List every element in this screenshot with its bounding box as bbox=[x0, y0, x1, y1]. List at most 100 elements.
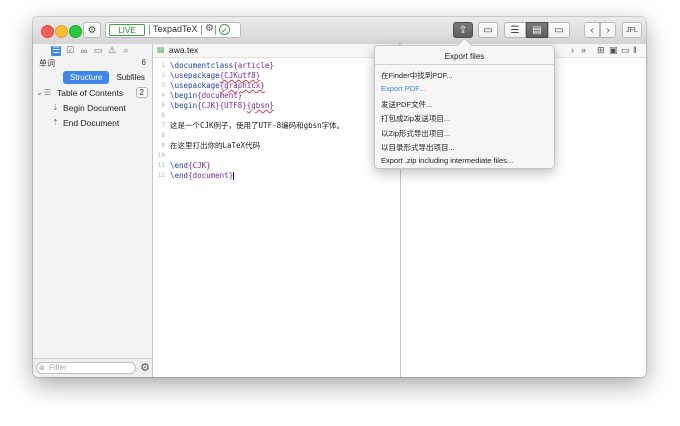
line-text: \usepackage{graphicx} bbox=[170, 81, 265, 91]
latex-command: \usepackage bbox=[170, 81, 220, 90]
filter-placeholder: Filter bbox=[49, 363, 67, 372]
folder-icon[interactable]: ▭ bbox=[93, 45, 103, 56]
sidebar-footer: ⊜ Filter ⚙ bbox=[33, 358, 152, 377]
latex-command: \end bbox=[170, 171, 189, 180]
tab-subfiles[interactable]: Subfiles bbox=[109, 71, 151, 84]
app-window: ⚙ LIVE TexpadTeX ⚙ ✓ ⇪ ▭ ☰ ▤ ▭ ‹ › JFL ☰… bbox=[33, 17, 646, 377]
toc-item-label: End Document bbox=[63, 118, 120, 128]
latex-argument: {article} bbox=[233, 61, 274, 70]
menu-item-find-pdf-in-finder[interactable]: 在Finder中找到PDF... bbox=[381, 70, 453, 81]
warning-icon[interactable]: ⚠ bbox=[107, 45, 117, 56]
latex-argument: {document} bbox=[197, 91, 243, 100]
menu-item-export-zip[interactable]: 以Zip形式导出项目... bbox=[381, 128, 450, 139]
live-toggle[interactable]: LIVE bbox=[109, 24, 145, 36]
link-icon[interactable]: ∞ bbox=[79, 46, 89, 56]
menu-item-send-pdf[interactable]: 发送PDF文件... bbox=[381, 99, 432, 110]
layout-editor-only-button[interactable]: ☰ bbox=[504, 22, 526, 38]
toc-item-label: Begin Document bbox=[63, 103, 126, 113]
latex-argument: {document} bbox=[188, 171, 234, 180]
pause-icon[interactable]: ‖ bbox=[633, 45, 637, 55]
line-text: 在这里打出你的LaTeX代码 bbox=[170, 141, 260, 151]
latex-argument: {CJK}{UTF8} bbox=[197, 101, 247, 110]
plain-text: 这是一个CJK例子，使用了UTF-8编码和gbsn字体。 bbox=[170, 121, 345, 130]
layout-preview-only-button[interactable]: ▭ bbox=[548, 22, 570, 38]
latex-argument-misspelled: {CJKutf8} bbox=[219, 71, 261, 80]
line-text: \end{document} bbox=[170, 171, 235, 181]
line-text: 这是一个CJK例子，使用了UTF-8编码和gbsn字体。 bbox=[170, 121, 344, 131]
line-number: 3 bbox=[161, 82, 165, 89]
back-button[interactable]: ‹ bbox=[584, 22, 600, 38]
pdf-icon[interactable]: ▣ bbox=[609, 45, 618, 56]
toolbar: ⚙ LIVE TexpadTeX ⚙ ✓ ⇪ ▭ ☰ ▤ ▭ ‹ › JFL bbox=[33, 17, 646, 45]
menu-item-send-zip[interactable]: 打包成Zip发送项目... bbox=[381, 113, 450, 124]
user-button[interactable]: JFL bbox=[622, 22, 642, 38]
file-tab[interactable]: ▤ awa.tex bbox=[153, 44, 399, 58]
sidebar-mode-icons: ☰ ☑ ∞ ▭ ⚠ ⌕ bbox=[33, 44, 152, 57]
chevron-left-icon: ‹ bbox=[590, 24, 594, 36]
toggle-sidebar-button[interactable]: ▭ bbox=[478, 22, 498, 38]
checkmark-icon: ✓ bbox=[219, 24, 230, 35]
forward-button[interactable]: › bbox=[600, 22, 616, 38]
project-count: 6 bbox=[141, 58, 146, 67]
latex-command: \begin bbox=[170, 101, 198, 110]
minimize-window-button[interactable] bbox=[55, 25, 68, 38]
editor-pane[interactable]: ▤ awa.tex 1 \documentclass{article} 2 \usep… bbox=[153, 44, 399, 377]
status-divider bbox=[149, 25, 150, 35]
toc-item[interactable]: ⇣ Begin Document bbox=[33, 102, 152, 115]
share-export-button[interactable]: ⇪ bbox=[453, 22, 473, 38]
popover-title: Export files bbox=[444, 52, 485, 61]
chevron-right-icon: › bbox=[606, 24, 610, 36]
project-title: 单词 bbox=[39, 59, 55, 68]
text-cursor bbox=[233, 172, 235, 180]
menu-item-export-folder[interactable]: 以目录形式导出项目... bbox=[381, 142, 455, 153]
split-view-icon: ▤ bbox=[532, 24, 542, 36]
tex-file-icon: ▤ bbox=[157, 45, 165, 54]
checkbox-icon[interactable]: ☑ bbox=[65, 45, 75, 56]
line-number: 1 bbox=[161, 62, 165, 69]
grid-icon[interactable]: ⊞ bbox=[597, 45, 605, 56]
project-row[interactable]: 单词 6 bbox=[33, 58, 152, 69]
engine-label[interactable]: TexpadTeX bbox=[153, 24, 198, 34]
sidebar-tabs: Structure Subfiles bbox=[63, 71, 152, 84]
double-chevron-right-icon[interactable]: » bbox=[581, 45, 586, 55]
chevron-down-icon[interactable]: ⌄ bbox=[36, 88, 43, 97]
list-icon[interactable]: ☰ bbox=[51, 45, 61, 56]
monitor-icon[interactable]: ▭ bbox=[621, 45, 630, 56]
toc-header[interactable]: ⌄ ☰ Table of Contents 2 bbox=[33, 87, 152, 100]
line-text: \end{CJK} bbox=[170, 161, 211, 171]
status-divider bbox=[215, 25, 216, 35]
menu-item-export-zip-intermediate[interactable]: Export .zip including intermediate files… bbox=[381, 156, 513, 165]
page-icon: ▭ bbox=[554, 24, 564, 36]
tab-structure[interactable]: Structure bbox=[63, 71, 110, 84]
latex-command: \begin bbox=[170, 91, 198, 100]
lines-icon: ☰ bbox=[510, 24, 520, 36]
line-number: 2 bbox=[161, 72, 165, 79]
sidebar-icon: ▭ bbox=[483, 24, 493, 36]
line-text: \begin{CJK}{UTF8}{gbsn} bbox=[170, 101, 274, 111]
line-number: 10 bbox=[157, 152, 165, 159]
toc-item[interactable]: ⇡ End Document bbox=[33, 117, 152, 130]
close-window-button[interactable] bbox=[41, 25, 54, 38]
plain-text: 在这里打出你的LaTeX代码 bbox=[170, 141, 261, 150]
menu-item-export-pdf[interactable]: Export PDF... bbox=[381, 84, 425, 93]
line-number: 12 bbox=[157, 172, 165, 179]
filter-icon: ⊜ bbox=[39, 365, 45, 372]
layout-split-button[interactable]: ▤ bbox=[526, 22, 548, 38]
line-number: 8 bbox=[161, 132, 165, 139]
gear-icon[interactable]: ⚙ bbox=[205, 23, 214, 34]
zoom-window-button[interactable] bbox=[69, 25, 82, 38]
line-number: 4 bbox=[161, 92, 165, 99]
line-number: 6 bbox=[161, 112, 165, 119]
file-name: awa.tex bbox=[169, 45, 199, 55]
latex-argument: {CJK} bbox=[188, 161, 211, 170]
line-number: 11 bbox=[157, 162, 165, 169]
chevron-right-icon[interactable]: › bbox=[571, 45, 574, 55]
latex-command: \documentclass bbox=[170, 61, 234, 70]
latex-argument-misspelled: {graphicx} bbox=[219, 81, 265, 90]
line-text: \documentclass{article} bbox=[170, 61, 274, 71]
search-icon[interactable]: ⌕ bbox=[121, 45, 131, 56]
filter-input[interactable]: ⊜ Filter bbox=[36, 362, 136, 374]
typeset-settings-button[interactable]: ⚙ bbox=[83, 22, 101, 38]
gear-icon: ⚙ bbox=[87, 24, 97, 36]
gear-icon[interactable]: ⚙ bbox=[140, 361, 150, 374]
